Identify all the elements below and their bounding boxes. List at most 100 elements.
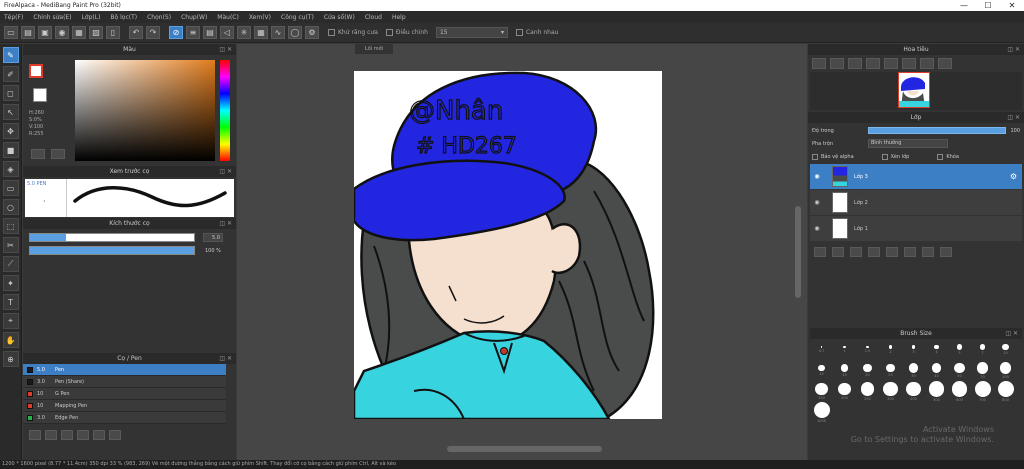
brush-item[interactable]: 5.0 Pen: [23, 364, 226, 376]
eye-icon[interactable]: ◉: [810, 199, 824, 206]
brush-size-cell[interactable]: 400: [902, 381, 925, 402]
move-tool-icon[interactable]: ✥: [2, 123, 19, 139]
close-button[interactable]: ✕: [1000, 0, 1024, 11]
menu-file[interactable]: Tệp(F): [4, 14, 23, 21]
navigator-viewport-frame[interactable]: [898, 72, 930, 108]
menu-window[interactable]: Cửa sổ(W): [324, 14, 355, 21]
correction-select[interactable]: 15 ▾: [435, 27, 508, 38]
brush-item[interactable]: 10 G Pen: [23, 388, 226, 400]
eye-icon[interactable]: ◉: [810, 173, 824, 180]
snap-off-icon[interactable]: ⊘: [169, 26, 183, 39]
bucket-tool-icon[interactable]: ◈: [2, 161, 19, 177]
new-1bit-layer-icon[interactable]: [850, 247, 862, 257]
gradient-tool-icon[interactable]: ▭: [2, 180, 19, 196]
open-file-icon[interactable]: ▤: [21, 26, 35, 39]
snap-grid-icon[interactable]: ▦: [254, 26, 268, 39]
clipping-checkbox[interactable]: Xén lớp: [881, 153, 924, 160]
panel-close-icon[interactable]: ◫ ✕: [219, 44, 232, 55]
page-icon[interactable]: ▯: [106, 26, 120, 39]
move-select-tool-icon[interactable]: ↖: [2, 104, 19, 120]
canvas-area[interactable]: Lối mới @Nhân # HD267: [237, 44, 807, 460]
reset-rotate-icon[interactable]: [902, 58, 916, 69]
layer-opacity-slider[interactable]: [868, 127, 1006, 134]
select-eraser-tool-icon[interactable]: ✦: [2, 275, 19, 291]
delete-layer-icon[interactable]: [940, 247, 952, 257]
protect-alpha-checkbox[interactable]: Bảo vệ alpha: [812, 153, 868, 160]
brush-size-cell[interactable]: 200: [833, 381, 856, 402]
brush-size-cell[interactable]: 1000: [810, 402, 833, 423]
brush-item[interactable]: 3.0 Pen (Share): [23, 376, 226, 388]
correction-checkbox[interactable]: Điều chỉnh: [385, 29, 428, 36]
panel-close-icon[interactable]: ◫ ✕: [219, 166, 232, 177]
zoom-out-icon[interactable]: [830, 58, 844, 69]
gear-icon[interactable]: ⚙: [1010, 172, 1017, 181]
brush-item[interactable]: 10 Mapping Pen: [23, 400, 226, 412]
actual-size-icon[interactable]: [866, 58, 880, 69]
saturation-value-picker[interactable]: [75, 60, 215, 161]
new-8bit-layer-icon[interactable]: [832, 247, 844, 257]
folder-icon[interactable]: [77, 430, 89, 440]
snap-radial-icon[interactable]: ✳: [237, 26, 251, 39]
menu-help[interactable]: Help: [392, 14, 406, 21]
brush-size-cell[interactable]: 30: [902, 360, 925, 381]
rotate-left-icon[interactable]: [884, 58, 898, 69]
brush-size-cell[interactable]: 1.5: [856, 339, 879, 360]
document-tab[interactable]: Lối mới: [355, 44, 393, 54]
new-layer-icon[interactable]: [814, 247, 826, 257]
brush-size-cell[interactable]: 100: [994, 360, 1017, 381]
brush-size-cell[interactable]: 800: [994, 381, 1017, 402]
snap-curve-icon[interactable]: ∿: [271, 26, 285, 39]
brush-size-cell[interactable]: 10: [994, 339, 1017, 360]
menu-filter[interactable]: Bộ lọc(T): [110, 14, 137, 21]
menu-color[interactable]: Màu(C): [217, 14, 239, 21]
menu-view[interactable]: Xem(V): [249, 14, 271, 21]
foreground-color-swatch[interactable]: [29, 64, 43, 78]
camera-icon[interactable]: ◉: [55, 26, 69, 39]
color-mode-button[interactable]: [31, 149, 45, 159]
antialias-checkbox[interactable]: Khử răng cưa: [328, 29, 378, 36]
brush-size-cell[interactable]: 4: [925, 339, 948, 360]
brush-size-cell[interactable]: 250: [856, 381, 879, 402]
duplicate-brush-icon[interactable]: [45, 430, 57, 440]
redo-icon[interactable]: ↷: [146, 26, 160, 39]
maximize-button[interactable]: ☐: [976, 0, 1000, 11]
layer-row[interactable]: ◉ Lớp 2: [810, 190, 1022, 215]
brush-size-cell[interactable]: 25: [879, 360, 902, 381]
minimize-button[interactable]: —: [952, 0, 976, 11]
menu-edit[interactable]: Chỉnh sửa(E): [33, 14, 71, 21]
brush-size-cell[interactable]: 600: [948, 381, 971, 402]
layer-row[interactable]: ◉ Lớp 1: [810, 216, 1022, 241]
fit-icon[interactable]: [848, 58, 862, 69]
menu-layer[interactable]: Lớp(L): [82, 14, 101, 21]
brush-size-cell[interactable]: 12: [810, 360, 833, 381]
brush-item[interactable]: 3.0 Edge Pen: [23, 412, 226, 424]
snap-circle-icon[interactable]: ◯: [288, 26, 302, 39]
cloud-brush-icon[interactable]: [93, 430, 105, 440]
rotate-right-icon[interactable]: [920, 58, 934, 69]
brush-size-cell[interactable]: 3: [902, 339, 925, 360]
text-tool-icon[interactable]: T: [2, 294, 19, 310]
canh-nhau-checkbox[interactable]: Canh nhau: [515, 29, 558, 36]
eyedropper-tool-icon[interactable]: ✋: [2, 332, 19, 348]
brush-size-cell[interactable]: 150: [810, 381, 833, 402]
blend-mode-select[interactable]: Bình thường: [868, 139, 948, 148]
magic-wand-tool-icon[interactable]: ✂: [2, 237, 19, 253]
brush-size-cell[interactable]: 50: [948, 360, 971, 381]
brush-size-cell[interactable]: 1: [833, 339, 856, 360]
hue-slider[interactable]: [220, 60, 230, 161]
snap-icon[interactable]: ▧: [89, 26, 103, 39]
panel-close-icon[interactable]: ◫ ✕: [219, 218, 232, 229]
merge-down-icon[interactable]: [922, 247, 934, 257]
brush-settings-icon[interactable]: [61, 430, 73, 440]
snap-vanishing-icon[interactable]: ◁: [220, 26, 234, 39]
snap-crosshair-icon[interactable]: ▤: [203, 26, 217, 39]
hand-tool-icon[interactable]: ⊕: [2, 351, 19, 367]
menu-capture[interactable]: Chụp(W): [181, 14, 207, 21]
select-tool-icon[interactable]: ○: [2, 199, 19, 215]
zoom-in-icon[interactable]: [812, 58, 826, 69]
panel-close-icon[interactable]: ◫ ✕: [219, 353, 232, 364]
panel-close-icon[interactable]: ◫ ✕: [1005, 328, 1018, 339]
brush-size-cell[interactable]: 70: [971, 360, 994, 381]
brush-tool-icon[interactable]: ✎: [2, 47, 19, 63]
brush-size-cell[interactable]: 20: [856, 360, 879, 381]
